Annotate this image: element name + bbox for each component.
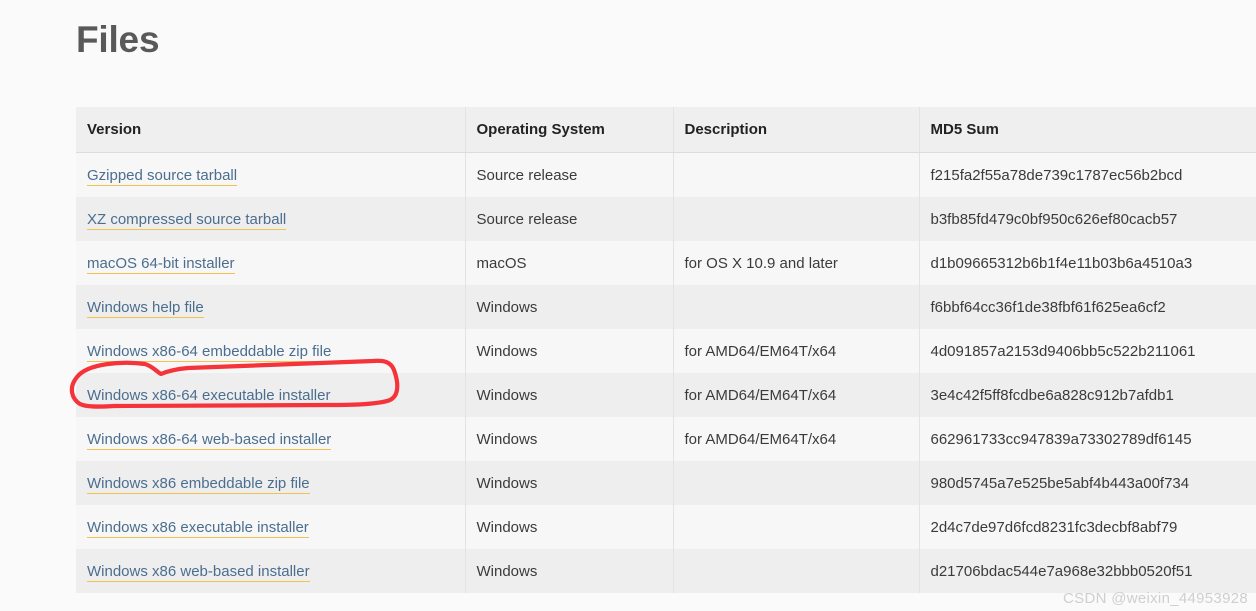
cell-md5: 662961733cc947839a73302789df6145 bbox=[919, 417, 1256, 461]
table-row: Windows x86 embeddable zip file Windows … bbox=[76, 461, 1256, 505]
cell-os: macOS bbox=[465, 241, 674, 285]
cell-os: Windows bbox=[465, 329, 674, 373]
table-row: Windows help file Windows f6bbf64cc36f1d… bbox=[76, 285, 1256, 329]
cell-md5: 4d091857a2153d9406bb5c522b211061 bbox=[919, 329, 1256, 373]
cell-version: Windows x86 executable installer bbox=[76, 505, 466, 549]
column-header-md5: MD5 Sum bbox=[919, 107, 1256, 153]
table-row: Windows x86 web-based installer Windows … bbox=[76, 549, 1256, 593]
cell-md5: 2d4c7de97d6fcd8231fc3decbf8abf79 bbox=[919, 505, 1256, 549]
version-link[interactable]: Windows x86 executable installer bbox=[87, 518, 309, 538]
version-link[interactable]: Gzipped source tarball bbox=[87, 166, 238, 186]
cell-version: Windows help file bbox=[76, 285, 466, 329]
table-body: Gzipped source tarball Source release f2… bbox=[76, 152, 1256, 593]
table-row: Windows x86-64 web-based installer Windo… bbox=[76, 417, 1256, 461]
cell-md5: 980d5745a7e525be5abf4b443a00f734 bbox=[919, 461, 1256, 505]
cell-desc bbox=[673, 285, 920, 329]
cell-version: macOS 64-bit installer bbox=[76, 241, 466, 285]
cell-version: Windows x86-64 embeddable zip file bbox=[76, 329, 466, 373]
version-link[interactable]: Windows x86-64 embeddable zip file bbox=[87, 342, 332, 362]
cell-os: Source release bbox=[465, 152, 674, 197]
page-title: Files bbox=[76, 19, 160, 60]
files-table-container: Version Operating System Description MD5… bbox=[76, 107, 1256, 593]
cell-version: Windows x86-64 web-based installer bbox=[76, 417, 466, 461]
cell-os: Windows bbox=[465, 373, 674, 417]
cell-md5: b3fb85fd479c0bf950c626ef80cacb57 bbox=[919, 197, 1256, 241]
cell-version: XZ compressed source tarball bbox=[76, 197, 466, 241]
cell-md5: d1b09665312b6b1f4e11b03b6a4510a3 bbox=[919, 241, 1256, 285]
version-link-annotated[interactable]: Windows x86-64 executable installer bbox=[87, 386, 331, 406]
files-page: Files Version Operating System Descripti… bbox=[0, 0, 1256, 611]
version-link[interactable]: Windows x86 web-based installer bbox=[87, 562, 310, 582]
cell-desc bbox=[673, 461, 920, 505]
cell-version: Windows x86 web-based installer bbox=[76, 549, 466, 593]
version-link[interactable]: macOS 64-bit installer bbox=[87, 254, 235, 274]
table-row: Windows x86 executable installer Windows… bbox=[76, 505, 1256, 549]
cell-desc bbox=[673, 549, 920, 593]
cell-md5: f215fa2f55a78de739c1787ec56b2bcd bbox=[919, 152, 1256, 197]
cell-desc: for AMD64/EM64T/x64 bbox=[673, 329, 920, 373]
cell-desc: for OS X 10.9 and later bbox=[673, 241, 920, 285]
cell-desc: for AMD64/EM64T/x64 bbox=[673, 373, 920, 417]
watermark: CSDN @weixin_44953928 bbox=[1063, 590, 1248, 607]
column-header-version: Version bbox=[76, 107, 466, 153]
version-link[interactable]: Windows x86 embeddable zip file bbox=[87, 474, 310, 494]
cell-desc bbox=[673, 505, 920, 549]
cell-version: Gzipped source tarball bbox=[76, 152, 466, 197]
cell-os: Windows bbox=[465, 417, 674, 461]
cell-desc bbox=[673, 152, 920, 197]
column-header-desc: Description bbox=[673, 107, 920, 153]
version-link[interactable]: Windows x86-64 web-based installer bbox=[87, 430, 332, 450]
table-header-row: Version Operating System Description MD5… bbox=[76, 107, 1256, 153]
cell-os: Source release bbox=[465, 197, 674, 241]
table-row: Windows x86-64 embeddable zip file Windo… bbox=[76, 329, 1256, 373]
table-row: macOS 64-bit installer macOS for OS X 10… bbox=[76, 241, 1256, 285]
column-header-os: Operating System bbox=[465, 107, 674, 153]
table-row: XZ compressed source tarball Source rele… bbox=[76, 197, 1256, 241]
cell-desc: for AMD64/EM64T/x64 bbox=[673, 417, 920, 461]
cell-md5: f6bbf64cc36f1de38fbf61f625ea6cf2 bbox=[919, 285, 1256, 329]
cell-md5: 3e4c42f5ff8fcdbe6a828c912b7afdb1 bbox=[919, 373, 1256, 417]
cell-version: Windows x86 embeddable zip file bbox=[76, 461, 466, 505]
cell-os: Windows bbox=[465, 461, 674, 505]
cell-md5: d21706bdac544e7a968e32bbb0520f51 bbox=[919, 549, 1256, 593]
cell-version: Windows x86-64 executable installer bbox=[76, 373, 466, 417]
version-link[interactable]: XZ compressed source tarball bbox=[87, 210, 287, 230]
cell-os: Windows bbox=[465, 505, 674, 549]
table-row-highlighted: Windows x86-64 executable installer Wind… bbox=[76, 373, 1256, 417]
table-row: Gzipped source tarball Source release f2… bbox=[76, 152, 1256, 197]
cell-os: Windows bbox=[465, 285, 674, 329]
version-link[interactable]: Windows help file bbox=[87, 298, 204, 318]
table-header: Version Operating System Description MD5… bbox=[76, 107, 1256, 153]
cell-desc bbox=[673, 197, 920, 241]
cell-os: Windows bbox=[465, 549, 674, 593]
files-table: Version Operating System Description MD5… bbox=[76, 107, 1256, 593]
